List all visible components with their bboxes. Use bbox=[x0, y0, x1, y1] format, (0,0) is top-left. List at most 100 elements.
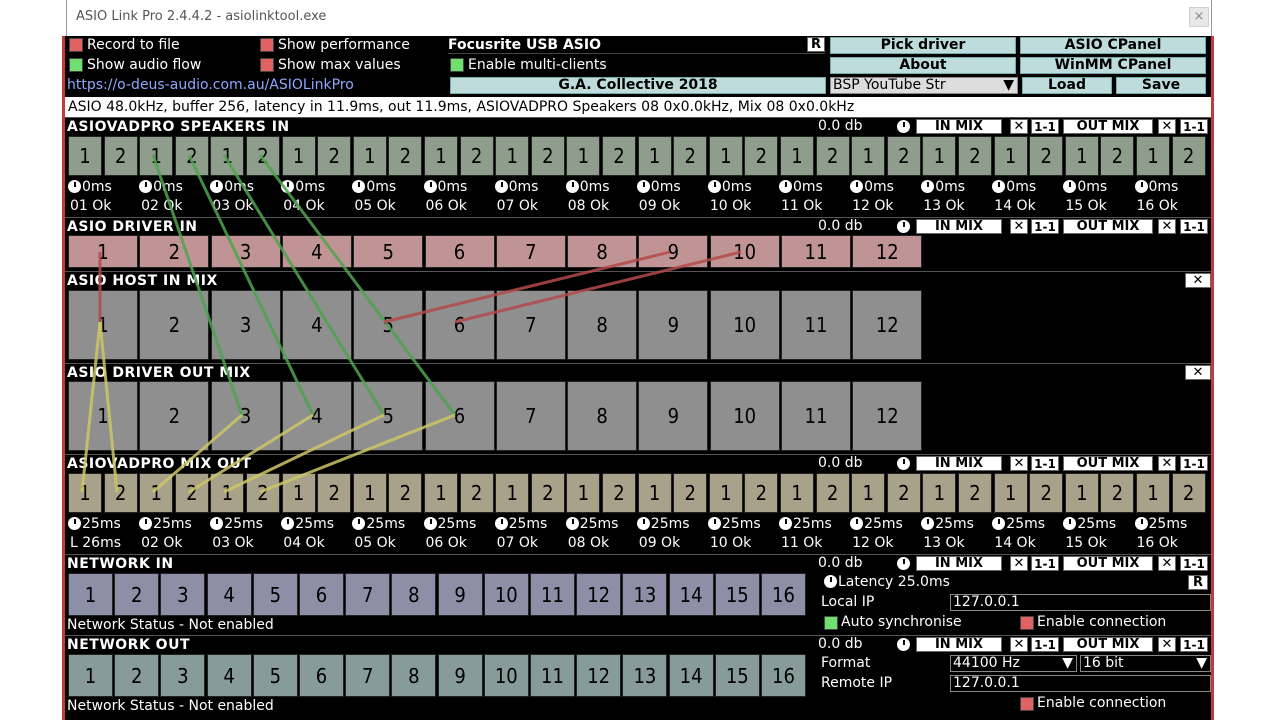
driver-in-channel-3[interactable]: 3 bbox=[210, 235, 281, 268]
mix-out-channel-27[interactable]: 1 bbox=[993, 473, 1028, 513]
in-mix-button[interactable]: IN MIX bbox=[916, 219, 1002, 234]
speakers-in-channel-12[interactable]: 2 bbox=[459, 136, 494, 176]
network-out-channel-8[interactable]: 8 bbox=[391, 654, 437, 697]
host-in-mix-channel-6[interactable]: 6 bbox=[424, 290, 495, 360]
network-in-channel-4[interactable]: 4 bbox=[206, 573, 252, 616]
format-bits-select[interactable]: 16 bit ▼ bbox=[1080, 655, 1211, 672]
latency-knob-icon[interactable] bbox=[850, 180, 864, 193]
mix-out-channel-22[interactable]: 2 bbox=[815, 473, 850, 513]
speakers-in-channel-27[interactable]: 1 bbox=[993, 136, 1028, 176]
latency-knob-icon[interactable] bbox=[139, 517, 153, 530]
latency-knob-icon[interactable] bbox=[494, 517, 508, 530]
speakers-in-channel-3[interactable]: 1 bbox=[139, 136, 174, 176]
out-mix-clear-icon[interactable]: ✕ bbox=[1158, 219, 1176, 234]
mix-out-channel-3[interactable]: 1 bbox=[139, 473, 174, 513]
host-in-mix-channel-9[interactable]: 9 bbox=[638, 290, 709, 360]
about-button[interactable]: About bbox=[830, 57, 1016, 74]
latency-knob-icon[interactable] bbox=[1134, 180, 1148, 193]
driver-out-mix-channel-8[interactable]: 8 bbox=[567, 381, 638, 451]
latency-knob-icon[interactable] bbox=[921, 517, 935, 530]
mix-out-channel-18[interactable]: 2 bbox=[673, 473, 708, 513]
mix-out-channel-8[interactable]: 2 bbox=[317, 473, 352, 513]
window-close-button[interactable]: × bbox=[1189, 7, 1209, 27]
network-out-channel-10[interactable]: 10 bbox=[483, 654, 529, 697]
network-out-channel-3[interactable]: 3 bbox=[160, 654, 206, 697]
mix-out-channel-1[interactable]: 1 bbox=[68, 473, 102, 513]
auto-synchronise-checkbox[interactable] bbox=[824, 616, 838, 630]
speakers-in-channel-10[interactable]: 2 bbox=[388, 136, 423, 176]
driver-out-mix-channel-2[interactable]: 2 bbox=[139, 381, 210, 451]
speakers-in-channel-29[interactable]: 1 bbox=[1064, 136, 1099, 176]
mix-out-channel-6[interactable]: 2 bbox=[246, 473, 280, 513]
network-out-channel-13[interactable]: 13 bbox=[622, 654, 668, 697]
show-max-values-checkbox[interactable] bbox=[260, 58, 274, 72]
out-mix-button[interactable]: OUT MIX bbox=[1063, 556, 1153, 571]
out-mix-clear-icon[interactable]: ✕ bbox=[1158, 456, 1176, 471]
network-out-channel-9[interactable]: 9 bbox=[437, 654, 483, 697]
out-mix-one-to-one-button[interactable]: 1-1 bbox=[1180, 637, 1208, 652]
driver-out-mix-channel-1[interactable]: 1 bbox=[68, 381, 138, 451]
in-mix-button[interactable]: IN MIX bbox=[916, 556, 1002, 571]
speakers-in-channel-32[interactable]: 2 bbox=[1171, 136, 1206, 176]
mix-out-channel-26[interactable]: 2 bbox=[958, 473, 992, 513]
driver-in-channel-8[interactable]: 8 bbox=[567, 235, 638, 268]
speakers-in-channel-5[interactable]: 1 bbox=[210, 136, 245, 176]
mix-out-channel-25[interactable]: 1 bbox=[922, 473, 957, 513]
record-to-file-checkbox[interactable] bbox=[69, 38, 83, 52]
speakers-in-channel-11[interactable]: 1 bbox=[424, 136, 458, 176]
mix-out-channel-4[interactable]: 2 bbox=[174, 473, 209, 513]
out-mix-clear-icon[interactable]: ✕ bbox=[1158, 119, 1176, 134]
host-in-mix-channel-3[interactable]: 3 bbox=[210, 290, 281, 360]
driver-in-channel-6[interactable]: 6 bbox=[424, 235, 495, 268]
speakers-in-channel-19[interactable]: 1 bbox=[708, 136, 743, 176]
latency-knob-icon[interactable] bbox=[494, 180, 508, 193]
latency-knob-icon[interactable] bbox=[352, 517, 366, 530]
local-ip-input[interactable]: 127.0.0.1 bbox=[950, 594, 1211, 611]
driver-in-channel-12[interactable]: 12 bbox=[852, 235, 923, 268]
driver-out-mix-channel-12[interactable]: 12 bbox=[852, 381, 923, 451]
host-in-mix-channel-5[interactable]: 5 bbox=[353, 290, 424, 360]
driver-in-channel-1[interactable]: 1 bbox=[68, 235, 138, 268]
latency-knob-icon[interactable] bbox=[281, 180, 295, 193]
mix-out-channel-7[interactable]: 1 bbox=[281, 473, 316, 513]
asio-cpanel-button[interactable]: ASIO CPanel bbox=[1020, 37, 1206, 54]
latency-knob-icon[interactable] bbox=[707, 180, 721, 193]
in-mix-clear-icon[interactable]: ✕ bbox=[1010, 556, 1028, 571]
network-in-channel-6[interactable]: 6 bbox=[299, 573, 344, 616]
latency-knob-icon[interactable] bbox=[423, 180, 437, 193]
network-in-enable-connection-checkbox[interactable] bbox=[1020, 616, 1034, 630]
driver-in-channel-5[interactable]: 5 bbox=[353, 235, 424, 268]
latency-knob-icon[interactable] bbox=[281, 517, 295, 530]
latency-knob-icon[interactable] bbox=[139, 180, 153, 193]
latency-knob-icon[interactable] bbox=[707, 517, 721, 530]
out-mix-button[interactable]: OUT MIX bbox=[1063, 456, 1153, 471]
driver-in-channel-4[interactable]: 4 bbox=[281, 235, 352, 268]
save-button[interactable]: Save bbox=[1116, 77, 1206, 94]
network-out-channel-4[interactable]: 4 bbox=[206, 654, 252, 697]
latency-knob-icon[interactable] bbox=[423, 517, 437, 530]
mix-out-channel-30[interactable]: 2 bbox=[1100, 473, 1135, 513]
latency-knob-icon[interactable] bbox=[565, 180, 579, 193]
latency-knob-icon[interactable] bbox=[921, 180, 935, 193]
driver-out-mix-channel-7[interactable]: 7 bbox=[495, 381, 566, 451]
mix-out-channel-11[interactable]: 1 bbox=[424, 473, 458, 513]
winmm-cpanel-button[interactable]: WinMM CPanel bbox=[1020, 57, 1206, 74]
out-mix-button[interactable]: OUT MIX bbox=[1063, 637, 1153, 652]
latency-knob-icon[interactable] bbox=[210, 517, 224, 530]
latency-knob-icon[interactable] bbox=[210, 180, 224, 193]
mix-out-channel-9[interactable]: 1 bbox=[352, 473, 387, 513]
enable-multi-clients-checkbox[interactable] bbox=[450, 58, 464, 72]
speakers-in-channel-22[interactable]: 2 bbox=[815, 136, 850, 176]
speakers-in-channel-25[interactable]: 1 bbox=[922, 136, 957, 176]
speakers-in-channel-7[interactable]: 1 bbox=[281, 136, 316, 176]
show-audio-flow-checkbox[interactable] bbox=[69, 58, 83, 72]
network-in-channel-10[interactable]: 10 bbox=[483, 573, 529, 616]
latency-knob-icon[interactable] bbox=[1063, 517, 1077, 530]
speakers-in-channel-24[interactable]: 2 bbox=[886, 136, 921, 176]
mix-out-channel-24[interactable]: 2 bbox=[886, 473, 921, 513]
in-mix-clear-icon[interactable]: ✕ bbox=[1010, 456, 1028, 471]
driver-in-channel-10[interactable]: 10 bbox=[709, 235, 780, 268]
speakers-in-channel-21[interactable]: 1 bbox=[780, 136, 814, 176]
mix-out-channel-5[interactable]: 1 bbox=[210, 473, 245, 513]
gain-knob-icon[interactable] bbox=[897, 457, 910, 470]
